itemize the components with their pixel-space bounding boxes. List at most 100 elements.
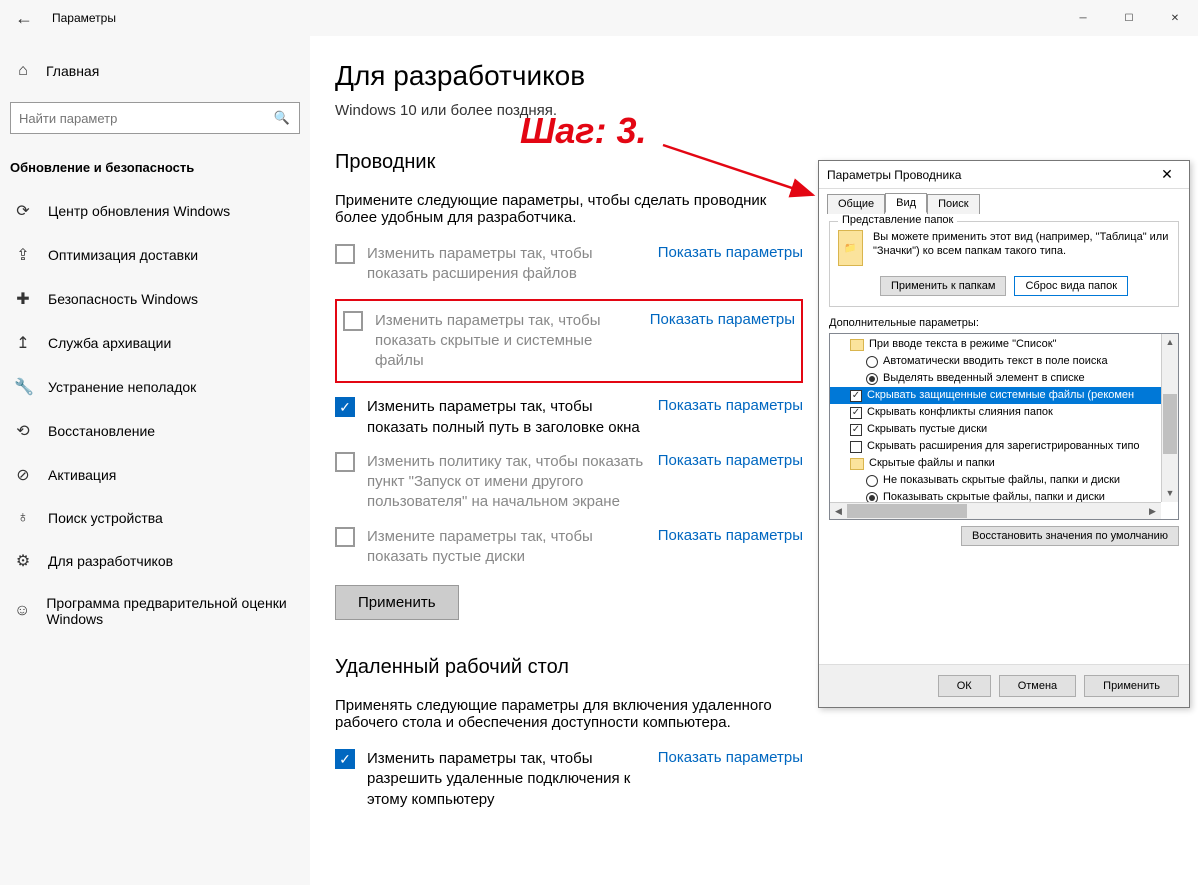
home-label: Главная xyxy=(46,63,99,79)
advanced-label: Дополнительные параметры: xyxy=(829,317,1179,329)
titlebar: ← Параметры ─ ☐ ✕ xyxy=(0,0,1198,36)
tree-item[interactable]: Скрытые файлы и папки xyxy=(830,455,1178,472)
option-label: Изменить параметры так, чтобы показать п… xyxy=(367,397,658,438)
delivery-icon: ⇪ xyxy=(14,245,32,265)
back-button[interactable]: ← xyxy=(0,0,48,36)
tree-item[interactable]: Скрывать пустые диски xyxy=(830,421,1178,438)
home-link[interactable]: ⌂ Главная xyxy=(0,54,310,88)
scroll-right-icon[interactable]: ▶ xyxy=(1144,503,1161,519)
explorer-option-empty-drives: Измените параметры так, чтобы показать п… xyxy=(335,527,803,568)
sidebar-item-find-device[interactable]: ♁Поиск устройства xyxy=(0,497,310,539)
scroll-left-icon[interactable]: ◀ xyxy=(830,503,847,519)
apply-button[interactable]: Применить xyxy=(1084,675,1179,697)
show-settings-link[interactable]: Показать параметры xyxy=(650,311,795,328)
dialog-footer: ОК Отмена Применить xyxy=(819,664,1189,707)
recovery-icon: ⟲ xyxy=(14,421,32,441)
horizontal-scrollbar[interactable]: ◀ ▶ xyxy=(830,502,1161,519)
tree-item[interactable]: Выделять введенный элемент в списке xyxy=(830,370,1178,387)
radio-icon xyxy=(866,373,878,385)
maximize-button[interactable]: ☐ xyxy=(1106,0,1152,36)
cancel-button[interactable]: Отмена xyxy=(999,675,1076,697)
folder-icon: 📁 xyxy=(838,230,863,266)
tree-item[interactable]: При вводе текста в режиме "Список" xyxy=(830,336,1178,353)
explorer-option-hidden-files: Изменить параметры так, чтобы показать с… xyxy=(343,311,795,372)
dialog-tabs: Общие Вид Поиск xyxy=(819,189,1189,213)
sidebar-item-windows-update[interactable]: ⟳Центр обновления Windows xyxy=(0,189,310,233)
home-icon: ⌂ xyxy=(14,62,32,80)
folder-view-fieldset: Представление папок 📁 Вы можете применит… xyxy=(829,221,1179,307)
checkbox[interactable] xyxy=(335,452,355,472)
sidebar-item-insider[interactable]: ☺Программа предварительной оценки Window… xyxy=(0,583,310,639)
scroll-down-icon[interactable]: ▼ xyxy=(1162,485,1178,502)
tree-item-hide-protected-files[interactable]: Скрывать защищенные системные файлы (рек… xyxy=(830,387,1178,404)
close-button[interactable]: ✕ xyxy=(1152,0,1198,36)
reset-folders-button[interactable]: Сброс вида папок xyxy=(1014,276,1128,296)
ok-button[interactable]: ОК xyxy=(938,675,991,697)
sidebar-item-recovery[interactable]: ⟲Восстановление xyxy=(0,409,310,453)
sidebar-item-delivery-optimization[interactable]: ⇪Оптимизация доставки xyxy=(0,233,310,277)
tree-item[interactable]: Автоматически вводить текст в поле поиск… xyxy=(830,353,1178,370)
checkbox[interactable] xyxy=(335,244,355,264)
show-settings-link[interactable]: Показать параметры xyxy=(658,749,803,766)
rdp-option-allow: ✓ Изменить параметры так, чтобы разрешит… xyxy=(335,749,803,810)
sidebar-item-windows-security[interactable]: ✚Безопасность Windows xyxy=(0,277,310,321)
option-label: Измените параметры так, чтобы показать п… xyxy=(367,527,658,568)
tree-item[interactable]: Скрывать конфликты слияния папок xyxy=(830,404,1178,421)
folder-icon xyxy=(850,458,864,470)
tree-item[interactable]: Скрывать расширения для зарегистрированн… xyxy=(830,438,1178,455)
explorer-option-full-path: ✓ Изменить параметры так, чтобы показать… xyxy=(335,397,803,438)
dialog-titlebar[interactable]: Параметры Проводника ✕ xyxy=(819,161,1189,189)
tab-view[interactable]: Вид xyxy=(885,193,927,213)
highlighted-option: Изменить параметры так, чтобы показать с… xyxy=(335,299,803,384)
tab-search[interactable]: Поиск xyxy=(927,194,979,214)
show-settings-link[interactable]: Показать параметры xyxy=(658,397,803,414)
tree-item[interactable]: Не показывать скрытые файлы, папки и дис… xyxy=(830,472,1178,489)
folder-options-dialog: Параметры Проводника ✕ Общие Вид Поиск П… xyxy=(818,160,1190,708)
checkbox[interactable]: ✓ xyxy=(335,749,355,769)
window-title: Параметры xyxy=(48,11,1060,25)
insider-icon: ☺ xyxy=(14,602,30,620)
explorer-option-run-as-user: Изменить политику так, чтобы показать пу… xyxy=(335,452,803,513)
folder-icon xyxy=(850,339,864,351)
tab-general[interactable]: Общие xyxy=(827,194,885,214)
check-icon xyxy=(850,407,862,419)
wrench-icon: 🔧 xyxy=(14,377,32,397)
explorer-desc: Примените следующие параметры, чтобы сде… xyxy=(335,192,775,226)
activation-icon: ⊘ xyxy=(14,465,32,485)
show-settings-link[interactable]: Показать параметры xyxy=(658,244,803,261)
sidebar-item-backup[interactable]: ↥Служба архивации xyxy=(0,321,310,365)
advanced-settings-tree[interactable]: При вводе текста в режиме "Список" Автом… xyxy=(829,333,1179,520)
checkbox[interactable] xyxy=(343,311,363,331)
option-label: Изменить параметры так, чтобы показать с… xyxy=(375,311,650,372)
find-device-icon: ♁ xyxy=(14,509,32,527)
sidebar: ⌂ Главная 🔍 Обновление и безопасность ⟳Ц… xyxy=(0,36,310,885)
sync-icon: ⟳ xyxy=(14,201,32,221)
show-settings-link[interactable]: Показать параметры xyxy=(658,452,803,469)
search-box[interactable]: 🔍 xyxy=(10,102,300,134)
show-settings-link[interactable]: Показать параметры xyxy=(658,527,803,544)
sidebar-item-troubleshoot[interactable]: 🔧Устранение неполадок xyxy=(0,365,310,409)
developers-icon: ⚙ xyxy=(14,551,32,571)
vertical-scrollbar[interactable]: ▲ ▼ xyxy=(1161,334,1178,502)
option-label: Изменить параметры так, чтобы разрешить … xyxy=(367,749,658,810)
apply-to-folders-button[interactable]: Применить к папкам xyxy=(880,276,1007,296)
sidebar-item-activation[interactable]: ⊘Активация xyxy=(0,453,310,497)
apply-button[interactable]: Применить xyxy=(335,585,459,620)
search-input[interactable] xyxy=(11,111,265,126)
checkbox[interactable] xyxy=(335,527,355,547)
scroll-thumb[interactable] xyxy=(847,504,967,518)
check-icon xyxy=(850,390,862,402)
radio-icon xyxy=(866,475,878,487)
category-header: Обновление и безопасность xyxy=(0,152,310,189)
scroll-up-icon[interactable]: ▲ xyxy=(1162,334,1178,351)
page-subtitle: Windows 10 или более поздняя. xyxy=(335,102,1198,119)
scroll-thumb[interactable] xyxy=(1163,394,1177,454)
check-icon xyxy=(850,441,862,453)
restore-defaults-button[interactable]: Восстановить значения по умолчанию xyxy=(961,526,1179,546)
minimize-button[interactable]: ─ xyxy=(1060,0,1106,36)
checkbox[interactable]: ✓ xyxy=(335,397,355,417)
option-label: Изменить параметры так, чтобы показать р… xyxy=(367,244,658,285)
sidebar-item-developers[interactable]: ⚙Для разработчиков xyxy=(0,539,310,583)
fieldset-legend: Представление папок xyxy=(838,214,957,226)
dialog-close-button[interactable]: ✕ xyxy=(1153,166,1181,183)
